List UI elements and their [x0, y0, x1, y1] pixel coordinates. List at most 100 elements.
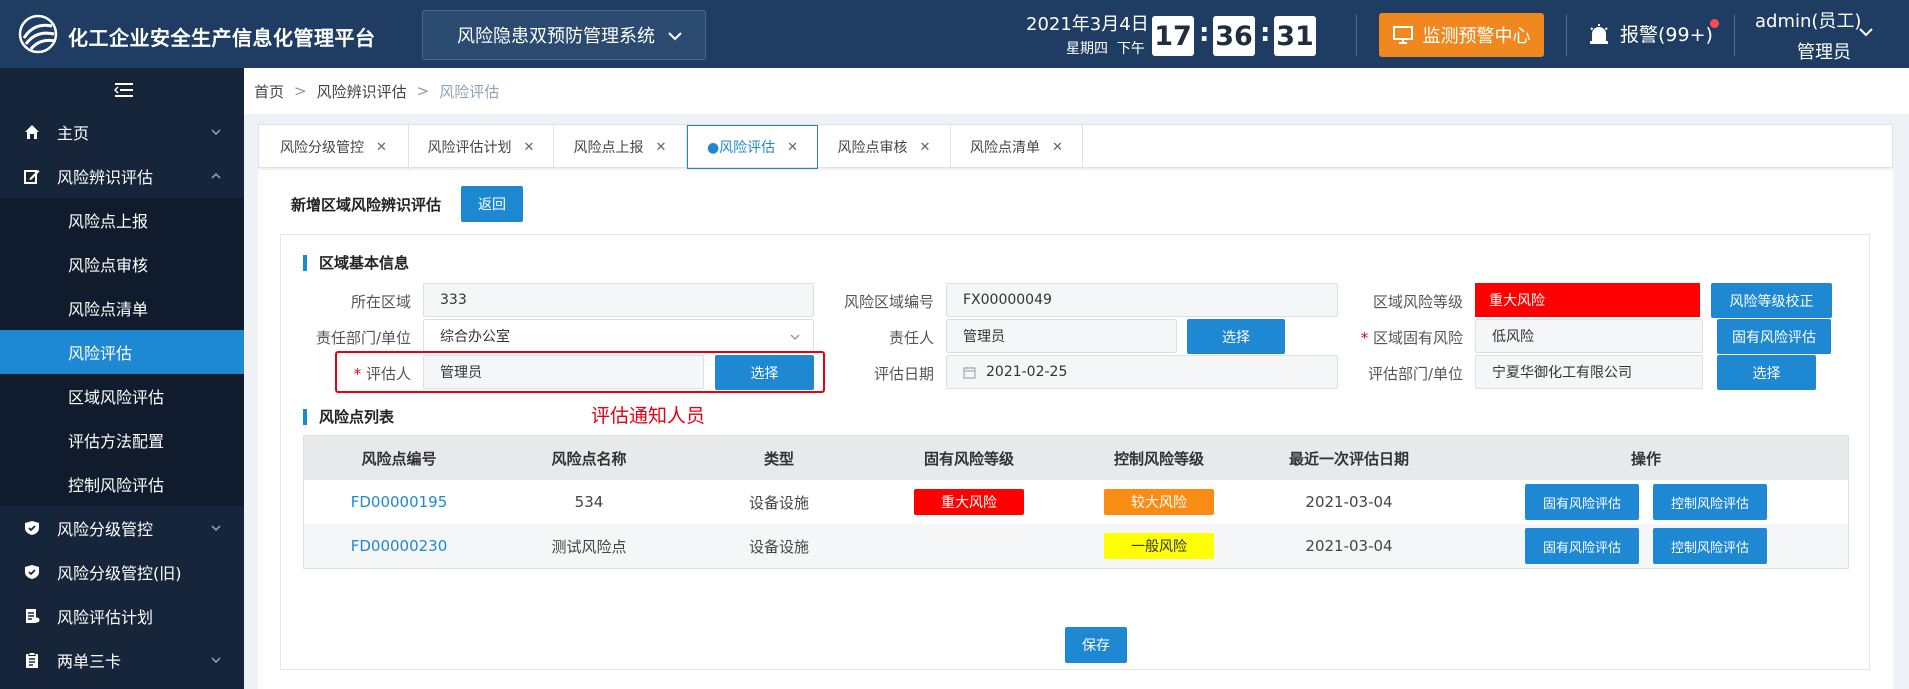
sidebar-item-label: 风险评估计划: [57, 608, 154, 627]
inherent-assess-button[interactable]: 固有风险评估: [1525, 484, 1639, 520]
annotation-text: 评估通知人员: [591, 405, 706, 427]
alarm-label: 报警(99+): [1620, 24, 1713, 46]
sidebar: 主页 风险辨识评估 风险点上报 风险点审核 风险点清单 风险评估 区域风险评估 …: [0, 68, 244, 689]
control-assess-button[interactable]: 控制风险评估: [1653, 484, 1767, 520]
column-header: 固有风险等级: [923, 449, 1014, 468]
header-divider: [1356, 14, 1357, 56]
chevron-down-icon[interactable]: [1858, 24, 1874, 40]
top-header: 化工企业安全生产信息化管理平台 风险隐患双预防管理系统 2021年3月4日 星期…: [0, 0, 1909, 68]
monitor-icon: [1392, 26, 1413, 44]
sidebar-subitem-area-assessment[interactable]: 区域风险评估: [0, 374, 244, 418]
assessor-field[interactable]: 管理员: [423, 355, 704, 389]
sidebar-item-assessment-plan[interactable]: 风险评估计划: [0, 594, 244, 638]
alarm-button[interactable]: 报警(99+): [1588, 20, 1713, 47]
company-logo-icon: [18, 14, 58, 54]
home-icon: [25, 125, 39, 139]
column-header: 操作: [1630, 449, 1661, 468]
breadcrumb-home[interactable]: 首页: [254, 81, 284, 102]
assessor-select-button[interactable]: 选择: [715, 355, 814, 390]
clock-second: 31: [1274, 16, 1316, 56]
sidebar-subitem-risk-assessment[interactable]: 风险评估: [0, 330, 244, 374]
close-icon[interactable]: ✕: [920, 140, 931, 155]
breadcrumb-parent[interactable]: 风险辨识评估: [317, 81, 407, 102]
area-code-label: 风险区域编号: [843, 293, 934, 311]
close-icon[interactable]: ✕: [1052, 140, 1063, 155]
control-risk-cell: 较大风险: [1064, 489, 1254, 515]
area-code-field[interactable]: FX00000049: [946, 283, 1338, 317]
dept-label: 责任部门/单位: [315, 329, 411, 347]
eval-dept-select-button[interactable]: 选择: [1717, 355, 1816, 390]
tab-bar: 风险分级管控 ✕ 风险评估计划 ✕ 风险点上报 ✕ ●风险评估 ✕ 风险点审核 ✕ 风险点…: [258, 124, 1893, 169]
risk-point-type: 设备设施: [748, 537, 809, 556]
dept-select[interactable]: 综合办公室: [423, 319, 814, 353]
column-header: 类型: [763, 449, 794, 468]
sidebar-subitem-control-assessment[interactable]: 控制风险评估: [0, 462, 244, 506]
eval-dept-label: 评估部门/单位: [1367, 365, 1463, 383]
tab-risk-report[interactable]: 风险点上报 ✕: [554, 125, 687, 169]
sidebar-item-risk-identification[interactable]: 风险辨识评估: [0, 154, 244, 198]
close-icon[interactable]: ✕: [787, 140, 798, 155]
system-name: 风险隐患双预防管理系统: [457, 26, 655, 47]
inherent-risk-assess-button[interactable]: 固有风险评估: [1717, 319, 1831, 354]
risk-point-name: 534: [574, 493, 604, 511]
sidebar-subitem-risk-review[interactable]: 风险点审核: [0, 242, 244, 286]
close-icon[interactable]: ✕: [376, 140, 387, 155]
assessor-label-text: 评估人: [365, 365, 411, 383]
risk-point-code-link[interactable]: FD00000195: [304, 493, 494, 511]
table-header: 风险点编号 风险点名称 类型 固有风险等级 控制风险等级 最近一次评估日期 操作: [304, 436, 1848, 480]
inherent-risk-field[interactable]: 低风险: [1475, 319, 1703, 353]
system-switcher[interactable]: 风险隐患双预防管理系统: [422, 10, 706, 60]
menu-toggle-icon[interactable]: [114, 82, 134, 98]
table-row: FD00000195 534 设备设施 重大风险 较大风险 2021-03-04…: [304, 480, 1848, 524]
close-icon[interactable]: ✕: [524, 140, 535, 155]
header-divider: [1566, 14, 1567, 56]
risk-level-check-button[interactable]: 风险等级校正: [1711, 283, 1832, 318]
required-mark: *: [353, 365, 362, 383]
tab-risk-list[interactable]: 风险点清单 ✕: [951, 125, 1083, 169]
area-field[interactable]: 333: [423, 283, 814, 317]
tab-risk-assessment[interactable]: ●风险评估 ✕: [687, 125, 818, 169]
owner-select-button[interactable]: 选择: [1187, 319, 1285, 354]
header-divider: [1734, 14, 1735, 56]
alarm-notification-dot: [1710, 19, 1719, 28]
dept-value: 综合办公室: [440, 329, 510, 345]
sidebar-subitem-method-config[interactable]: 评估方法配置: [0, 418, 244, 462]
assess-date-field[interactable]: 2021-02-25: [946, 355, 1338, 389]
table-row: FD00000230 测试风险点 设备设施 一般风险 2021-03-04 固有…: [304, 524, 1848, 568]
eval-dept-field[interactable]: 宁夏华御化工有限公司: [1475, 355, 1703, 389]
tab-risk-review[interactable]: 风险点审核 ✕: [818, 125, 951, 169]
risk-badge-major: 重大风险: [914, 489, 1024, 515]
risk-point-name: 测试风险点: [551, 537, 627, 556]
control-assess-button[interactable]: 控制风险评估: [1653, 528, 1767, 564]
sidebar-item-risk-control[interactable]: 风险分级管控: [0, 506, 244, 550]
weekday: 星期四 下午: [1066, 38, 1145, 58]
sidebar-item-label: 风险辨识评估: [57, 168, 154, 187]
page-title: 新增区域风险辨识评估: [291, 196, 442, 214]
column-header: 风险点名称: [551, 449, 627, 468]
tab-risk-control[interactable]: 风险分级管控 ✕: [259, 125, 409, 169]
sidebar-item-risk-control-old[interactable]: 风险分级管控(旧): [0, 550, 244, 594]
area-label: 所在区域: [350, 293, 411, 311]
close-icon[interactable]: ✕: [656, 140, 667, 155]
risk-point-code-link[interactable]: FD00000230: [304, 537, 494, 555]
section-title-risk-list: 风险点列表: [303, 409, 394, 425]
sidebar-item-label: 风险分级管控(旧): [57, 564, 182, 583]
sidebar-item-two-lists-three-cards[interactable]: 两单三卡: [0, 638, 244, 682]
clock-minute: 36: [1213, 16, 1255, 56]
back-button[interactable]: 返回: [461, 186, 523, 222]
user-name[interactable]: admin(员工): [1755, 7, 1861, 33]
owner-field[interactable]: 管理员: [946, 319, 1177, 353]
sidebar-subitem-risk-list[interactable]: 风险点清单: [0, 286, 244, 330]
save-button[interactable]: 保存: [1065, 627, 1127, 663]
chevron-down-icon: [668, 32, 682, 41]
sidebar-item-label: 主页: [57, 124, 90, 143]
sidebar-item-home[interactable]: 主页: [0, 110, 244, 154]
clock-separator: :: [1260, 18, 1271, 48]
user-role: 管理员: [1797, 42, 1851, 63]
main-area: 首页 > 风险辨识评估 > 风险评估 风险分级管控 ✕ 风险评估计划 ✕ 风险点上报…: [244, 68, 1909, 689]
sidebar-subitem-risk-report[interactable]: 风险点上报: [0, 198, 244, 242]
tab-assessment-plan[interactable]: 风险评估计划 ✕: [409, 125, 554, 169]
inherent-assess-button[interactable]: 固有风险评估: [1525, 528, 1639, 564]
monitor-center-button[interactable]: 监测预警中心: [1379, 13, 1544, 57]
form-panel: 区域基本信息 所在区域 333 风险区域编号 FX00000049 区域风险等级…: [280, 234, 1870, 670]
